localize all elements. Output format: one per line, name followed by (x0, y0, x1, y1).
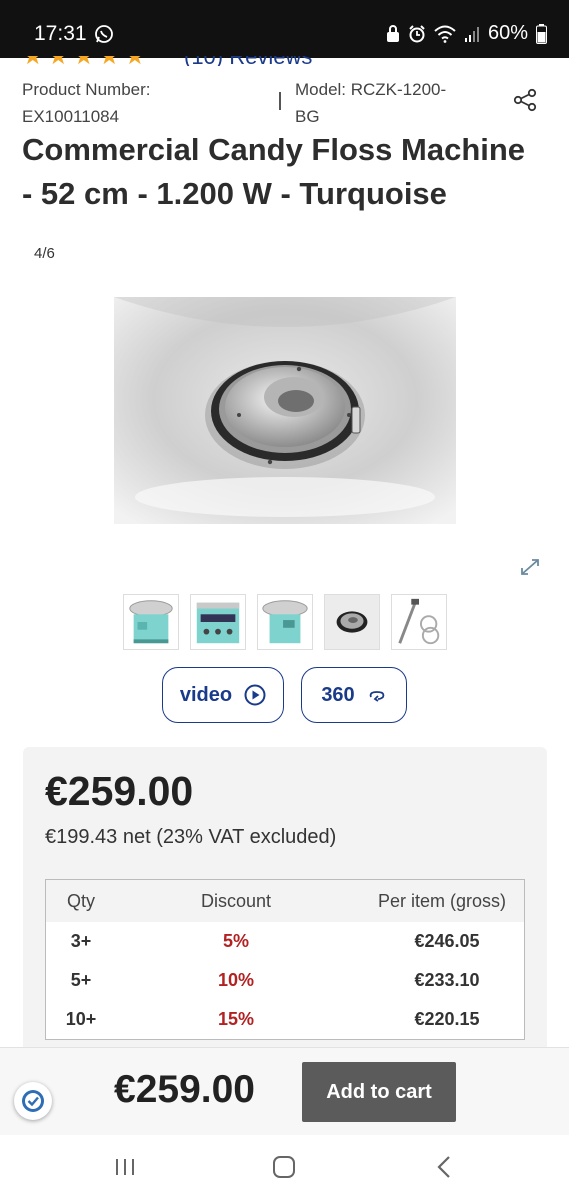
thumbnail-strip (123, 594, 447, 650)
thumbnail-2[interactable] (190, 594, 246, 650)
main-product-image[interactable] (114, 297, 456, 524)
product-number-label: Product Number: (22, 80, 151, 99)
row-discount: 5% (222, 931, 249, 951)
header-discount: Discount (200, 890, 272, 911)
wifi-icon (434, 25, 456, 43)
whatsapp-icon (95, 25, 113, 43)
trust-badge[interactable] (14, 1082, 52, 1120)
battery-percent: 60% (487, 22, 528, 44)
header-per-item: Per item (gross) (377, 890, 506, 911)
rating-stars: ★★★★★ (22, 56, 150, 66)
alarm-icon (409, 24, 425, 42)
video-button-label: video (179, 683, 233, 706)
lock-icon (386, 24, 399, 42)
model-suffix: BG (295, 107, 320, 126)
sticky-cart-bar (0, 1047, 569, 1135)
meta-divider (279, 92, 281, 110)
discount-table: Qty Discount Per item (gross) 3+ 5% €246… (45, 879, 525, 1040)
table-row: 5+ 10% €233.10 (46, 961, 524, 1000)
row-per-item: €233.10 (414, 970, 480, 990)
header-qty: Qty (66, 890, 95, 911)
thumbnail-1[interactable] (123, 594, 179, 650)
back-icon[interactable] (434, 1155, 454, 1179)
product-title: Commercial Candy Floss Machine - 52 cm -… (22, 128, 552, 216)
model-label: Model: RCZK-1200- (295, 80, 447, 99)
status-time: 17:31 (34, 22, 87, 45)
signal-icon (464, 26, 479, 42)
rotate-360-icon (369, 691, 384, 702)
battery-icon (536, 23, 547, 44)
image-counter: 4/6 (34, 245, 55, 262)
add-to-cart-button[interactable]: Add to cart (302, 1062, 456, 1122)
row-discount: 15% (217, 1009, 255, 1029)
thumbnail-5[interactable] (391, 594, 447, 650)
thumbnail-3[interactable] (257, 594, 313, 650)
status-bar: 17:31 60% (0, 0, 569, 58)
row-per-item: €220.15 (414, 1009, 480, 1029)
title-line-2: - 52 cm - 1.200 W - Turquoise (22, 176, 447, 211)
row-qty: 10+ (65, 1009, 97, 1029)
expand-icon[interactable] (518, 556, 542, 578)
row-qty: 3+ (70, 931, 92, 951)
view-360-label: 360 (321, 683, 355, 706)
status-icons: 60% (386, 22, 547, 45)
product-number-value: EX10011084 (22, 107, 120, 126)
home-icon[interactable] (273, 1156, 295, 1178)
share-icon[interactable] (512, 88, 538, 112)
row-discount: 10% (217, 970, 255, 990)
row-per-item: €246.05 (414, 931, 480, 951)
product-model: Model: RCZK-1200- BG (295, 76, 495, 130)
table-row: 10+ 15% €220.15 (46, 1000, 524, 1039)
thumbnail-4[interactable] (324, 594, 380, 650)
row-qty: 5+ (70, 970, 92, 990)
rating-row: ★★★★★ (10) Reviews (22, 56, 342, 66)
table-row: 3+ 5% €246.05 (46, 922, 524, 961)
video-button[interactable]: video (162, 667, 284, 723)
reviews-link[interactable]: (10) Reviews (184, 56, 312, 66)
net-price: €199.43 net (23% VAT excluded) (45, 826, 337, 848)
play-icon (244, 684, 266, 706)
view-360-button[interactable]: 360 (301, 667, 407, 723)
price: €259.00 (45, 768, 194, 814)
bottom-price: €259.00 (114, 1068, 255, 1111)
product-number: Product Number: EX10011084 (22, 76, 151, 130)
discount-table-header: Qty Discount Per item (gross) (46, 880, 524, 922)
recent-apps-icon[interactable] (114, 1157, 136, 1177)
title-line-1: Commercial Candy Floss Machine (22, 132, 526, 167)
shield-check-icon (22, 1090, 44, 1112)
